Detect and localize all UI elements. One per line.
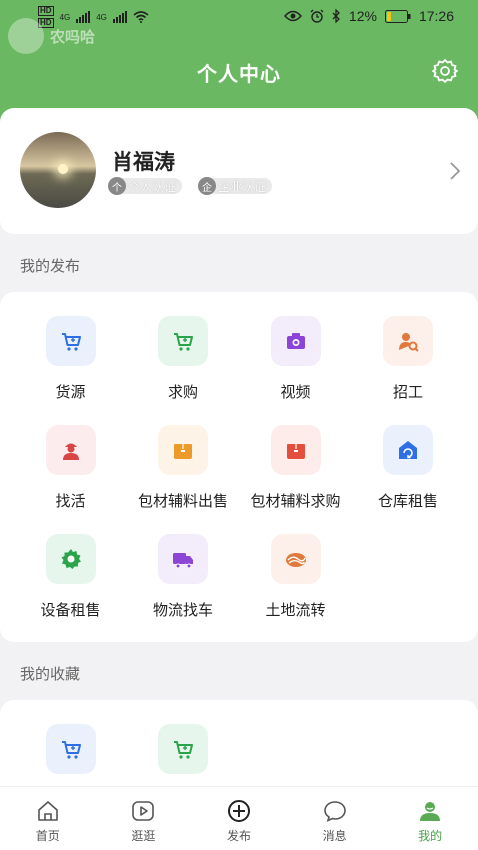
watermark-logo-icon xyxy=(8,18,44,54)
publish-item[interactable]: 视频 xyxy=(236,316,355,402)
tab-user[interactable]: 我的 xyxy=(382,787,478,850)
avatar[interactable] xyxy=(20,132,96,208)
play-icon xyxy=(132,801,155,821)
favorite-item[interactable] xyxy=(11,724,130,774)
gear-icon xyxy=(45,534,96,584)
worker-search-icon xyxy=(383,316,433,366)
publish-item-label: 包材辅料求购 xyxy=(250,493,341,510)
tab-message[interactable]: 消息 xyxy=(287,787,383,850)
publish-item[interactable]: 包材辅料求购 xyxy=(236,425,355,511)
tab-label: 消息 xyxy=(322,829,347,843)
publish-item[interactable]: 招工 xyxy=(349,316,468,402)
cart-icon xyxy=(158,316,208,366)
plus-circle-icon xyxy=(227,800,250,822)
favorite-item[interactable] xyxy=(124,724,243,774)
tab-label: 逛逛 xyxy=(131,829,156,843)
company-cert-label: 企业认证 xyxy=(218,179,267,194)
hd-badge-1: HD xyxy=(38,6,54,16)
status-time: 17:26 xyxy=(418,8,454,24)
eye-icon xyxy=(283,10,302,22)
publish-item-label: 求购 xyxy=(167,384,198,401)
publish-item-label: 仓库租售 xyxy=(377,493,438,510)
tab-home[interactable]: 首页 xyxy=(0,787,96,850)
land-icon xyxy=(270,534,321,584)
cart-icon xyxy=(45,724,96,774)
publish-item-label: 设备租售 xyxy=(40,602,101,619)
watermark-text: 农吗哈 xyxy=(50,28,96,46)
tab-plus-circle[interactable]: 发布 xyxy=(191,787,287,850)
company-cert-icon: 企 xyxy=(198,177,216,195)
personal-cert-badge[interactable]: 个 个人认证 xyxy=(108,177,183,195)
publish-item[interactable]: 找活 xyxy=(11,425,130,511)
tab-label: 发布 xyxy=(226,829,251,843)
publish-item[interactable]: 物流找车 xyxy=(124,534,243,620)
battery-percent: 12% xyxy=(348,8,377,24)
gear-icon[interactable] xyxy=(432,58,458,84)
tab-bar: 首页 逛逛 发布 消息 我的 xyxy=(0,786,478,850)
tab-label: 首页 xyxy=(35,829,60,843)
watermark: 农吗哈 xyxy=(8,18,95,54)
message-icon xyxy=(323,801,346,822)
truck-icon xyxy=(158,534,208,584)
personal-cert-label: 个人认证 xyxy=(128,179,177,194)
publish-item[interactable]: 货源 xyxy=(11,316,130,402)
company-cert-badge[interactable]: 企 企业认证 xyxy=(198,177,273,195)
cart-icon xyxy=(158,724,208,774)
publish-item-label: 物流找车 xyxy=(152,602,213,619)
publish-item-label: 货源 xyxy=(55,384,86,401)
publish-item[interactable]: 仓库租售 xyxy=(349,425,468,511)
page-title: 个人中心 xyxy=(197,64,281,86)
tab-label: 我的 xyxy=(418,829,443,843)
cart-icon xyxy=(45,316,96,366)
net2-label: 4G xyxy=(96,12,107,22)
user-icon xyxy=(420,802,441,821)
publish-item-label: 视频 xyxy=(280,384,311,401)
publish-item[interactable]: 包材辅料出售 xyxy=(124,425,243,511)
box-icon xyxy=(158,425,208,475)
chevron-right-icon[interactable] xyxy=(448,160,462,182)
worker-icon xyxy=(45,425,96,475)
publish-item-label: 招工 xyxy=(392,384,423,401)
alarm-icon xyxy=(310,9,324,23)
section-title-publish: 我的发布 xyxy=(20,258,81,275)
status-right: 12% 17:26 xyxy=(283,8,454,24)
username: 肖福涛 xyxy=(112,151,175,174)
wifi-icon xyxy=(133,11,149,23)
publish-item[interactable]: 求购 xyxy=(124,316,243,402)
warehouse-icon xyxy=(383,425,433,475)
profile-card[interactable]: 肖福涛 个 个人认证 企 企业认证 xyxy=(0,108,478,234)
section-title-favorites: 我的收藏 xyxy=(20,666,81,683)
home-icon xyxy=(37,801,58,821)
bluetooth-icon xyxy=(332,9,340,23)
publish-item[interactable]: 土地流转 xyxy=(236,534,355,620)
publish-item-label: 找活 xyxy=(55,493,86,510)
camera-icon xyxy=(270,316,321,366)
box-icon xyxy=(270,425,321,475)
tab-play[interactable]: 逛逛 xyxy=(96,787,192,850)
publish-item[interactable]: 设备租售 xyxy=(11,534,130,620)
signal-icon-2 xyxy=(112,11,127,23)
battery-icon xyxy=(384,9,411,23)
publish-card: 货源 求购 视频 招工找活 包材辅料出售 包材辅料求购 仓库租售设备租售 物流找车 土地流转 xyxy=(0,292,478,642)
publish-item-label: 包材辅料出售 xyxy=(137,493,228,510)
personal-cert-icon: 个 xyxy=(108,177,126,195)
publish-item-label: 土地流转 xyxy=(265,602,326,619)
